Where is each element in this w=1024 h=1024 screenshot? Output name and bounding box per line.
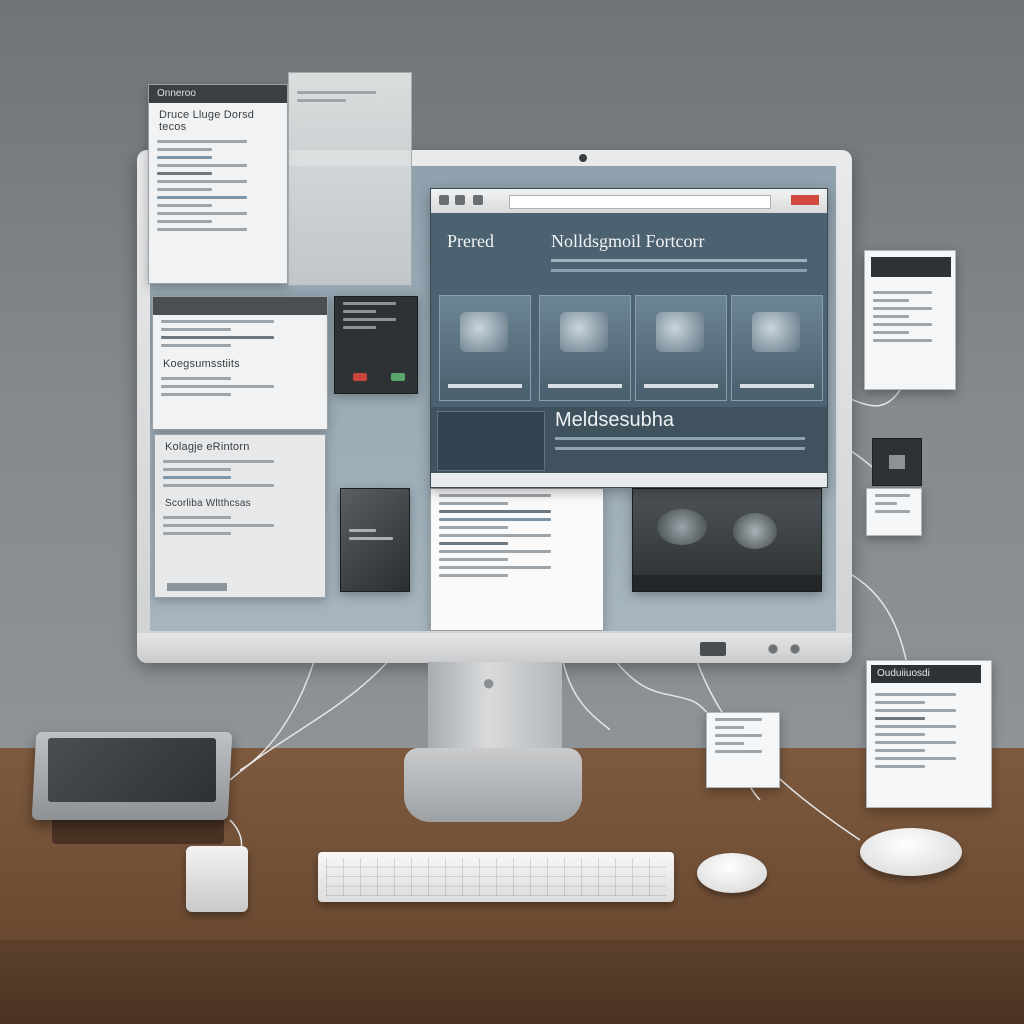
dark-panel[interactable] — [340, 488, 410, 592]
side-card-header — [871, 257, 951, 277]
app-lower-panel[interactable] — [437, 411, 545, 471]
charging-dock — [186, 846, 248, 912]
window-subheading: Scorliba Wltthcsas — [165, 498, 251, 509]
camera-icon — [579, 154, 587, 162]
tablet-screen[interactable] — [48, 738, 216, 802]
device-icon — [889, 455, 905, 469]
side-card-title: Ouduiiuosdi — [871, 665, 981, 683]
app-title: Prered — [447, 231, 494, 251]
monitor-control[interactable] — [700, 642, 726, 656]
close-button[interactable] — [791, 195, 819, 205]
device-widget[interactable] — [872, 438, 922, 486]
window-mid-left[interactable]: Koegsumsstiits — [152, 296, 328, 430]
feature-card[interactable] — [731, 295, 823, 401]
section-line — [555, 437, 805, 440]
window-lower-left[interactable]: Kolagje eRintorn Scorliba Wltthcsas — [154, 434, 326, 598]
window-translucent[interactable] — [288, 72, 412, 286]
media-controls[interactable] — [633, 575, 821, 591]
card-icon — [460, 312, 508, 352]
forward-icon[interactable] — [455, 195, 465, 205]
reload-icon[interactable] — [473, 195, 483, 205]
window-heading: Koegsumsstiits — [163, 358, 240, 370]
card-icon — [656, 312, 704, 352]
side-card-top-right[interactable] — [864, 250, 956, 390]
monitor-base — [404, 748, 582, 822]
window-small-dark[interactable] — [334, 296, 418, 394]
card-icon — [560, 312, 608, 352]
window-heading: Kolagje eRintorn — [165, 441, 250, 453]
window-titlebar — [153, 297, 327, 315]
mouse[interactable] — [860, 828, 962, 876]
section-line — [555, 447, 805, 450]
window-top-left[interactable]: Onneroo Druce Lluge Dorsd tecos — [148, 84, 288, 284]
back-icon[interactable] — [439, 195, 449, 205]
monitor-button[interactable] — [790, 644, 800, 654]
header-line — [551, 269, 807, 272]
media-thumbnail — [733, 513, 777, 549]
progress-bar — [167, 583, 227, 591]
section-title: Meldsesubha — [555, 409, 674, 431]
document-panel[interactable] — [430, 488, 604, 631]
app-footer — [431, 473, 827, 487]
window-heading: Druce Lluge Dorsd tecos — [159, 109, 255, 133]
green-button[interactable] — [391, 373, 405, 381]
feature-card[interactable] — [539, 295, 631, 401]
feature-card[interactable] — [439, 295, 531, 401]
main-app-window[interactable]: Prered Nolldsgmoil Fortcorr Meldsesubha — [430, 188, 828, 488]
monitor-button[interactable] — [768, 644, 778, 654]
header-line — [551, 259, 807, 262]
card-icon — [752, 312, 800, 352]
keyboard[interactable] — [318, 852, 674, 902]
feature-card[interactable] — [635, 295, 727, 401]
media-player[interactable] — [632, 488, 822, 592]
side-card-bottom-right[interactable]: Ouduiiuosdi — [866, 660, 992, 808]
monitor-chin — [137, 633, 852, 663]
window-title: Onneroo — [149, 85, 287, 103]
media-thumbnail — [657, 509, 707, 545]
apple-logo-icon: ● — [482, 670, 496, 695]
note-card[interactable] — [706, 712, 780, 788]
browser-toolbar — [431, 189, 827, 213]
address-bar[interactable] — [509, 195, 771, 209]
mini-card[interactable] — [866, 488, 922, 536]
keyboard-keys[interactable] — [326, 858, 666, 896]
mouse[interactable] — [697, 853, 767, 893]
app-header: Nolldsgmoil Fortcorr — [551, 231, 705, 251]
red-button[interactable] — [353, 373, 367, 381]
